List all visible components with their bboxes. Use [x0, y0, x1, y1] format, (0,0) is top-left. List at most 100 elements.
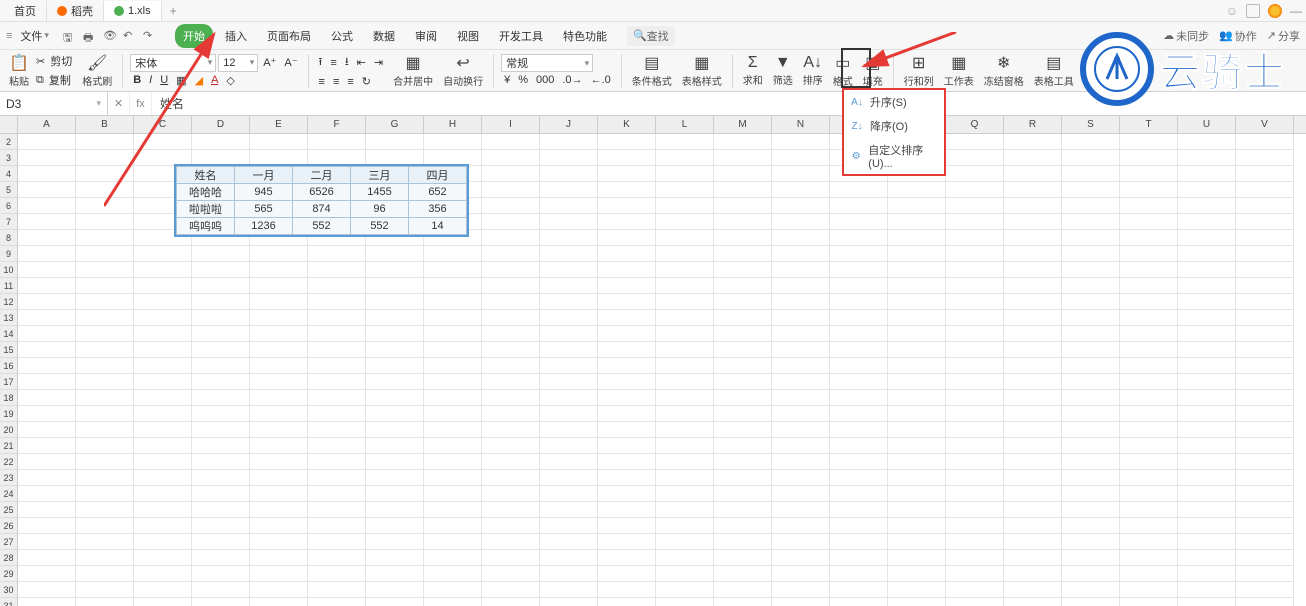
- cancel-formula-icon[interactable]: ✕: [108, 92, 130, 115]
- row-header[interactable]: 20: [0, 422, 17, 438]
- tab-home[interactable]: 首页: [4, 1, 47, 21]
- tab-file[interactable]: 1.xls: [104, 1, 162, 21]
- row-header[interactable]: 2: [0, 134, 17, 150]
- fx-icon[interactable]: fx: [130, 92, 152, 115]
- ribbon-tab-special[interactable]: 特色功能: [555, 24, 615, 48]
- file-menu[interactable]: 文件▾: [14, 26, 55, 46]
- sync-status[interactable]: ☁ 未同步: [1163, 28, 1209, 44]
- orientation-icon[interactable]: ↻: [359, 74, 374, 89]
- fill-button[interactable]: ▣填充: [860, 52, 886, 89]
- skin-icon[interactable]: [1268, 4, 1282, 18]
- table-cell[interactable]: 565: [235, 201, 293, 218]
- row-header[interactable]: 13: [0, 310, 17, 326]
- format-painter-button[interactable]: 🖌格式刷: [79, 52, 115, 89]
- table-cell[interactable]: 1236: [235, 218, 293, 235]
- row-header[interactable]: 29: [0, 566, 17, 582]
- col-header-M[interactable]: M: [714, 116, 772, 133]
- table-cell[interactable]: 1455: [351, 184, 409, 201]
- row-header[interactable]: 21: [0, 438, 17, 454]
- ribbon-tab-dev[interactable]: 开发工具: [491, 24, 551, 48]
- minimize-icon[interactable]: —: [1290, 4, 1302, 18]
- row-header[interactable]: 19: [0, 406, 17, 422]
- col-header-T[interactable]: T: [1120, 116, 1178, 133]
- align-center-icon[interactable]: ≡: [330, 75, 342, 89]
- col-header-R[interactable]: R: [1004, 116, 1062, 133]
- row-header[interactable]: 28: [0, 550, 17, 566]
- comma-icon[interactable]: 000: [533, 73, 557, 87]
- align-top-icon[interactable]: ⭱: [316, 52, 326, 73]
- col-header-N[interactable]: N: [772, 116, 830, 133]
- col-header-Q[interactable]: Q: [946, 116, 1004, 133]
- feedback-icon[interactable]: ☺: [1226, 4, 1238, 18]
- table-cell[interactable]: 356: [409, 201, 467, 218]
- table-style-button[interactable]: ▦表格样式: [679, 52, 725, 89]
- row-header[interactable]: 5: [0, 182, 17, 198]
- ribbon-tab-data[interactable]: 数据: [365, 24, 403, 48]
- percent-icon[interactable]: %: [515, 73, 531, 87]
- merge-button[interactable]: ▦合并居中: [390, 52, 436, 89]
- sheet-button[interactable]: ▦工作表: [941, 52, 977, 89]
- fill-color-icon[interactable]: ◢: [192, 73, 206, 88]
- ribbon-tab-begin[interactable]: 开始: [175, 24, 213, 48]
- table-header-cell[interactable]: 二月: [293, 167, 351, 184]
- col-header-D[interactable]: D: [192, 116, 250, 133]
- row-header[interactable]: 26: [0, 518, 17, 534]
- redo-icon[interactable]: ↷: [143, 29, 157, 43]
- row-header[interactable]: 27: [0, 534, 17, 550]
- align-middle-icon[interactable]: ≡: [327, 56, 339, 70]
- align-right-icon[interactable]: ≡: [344, 75, 356, 89]
- col-header-L[interactable]: L: [656, 116, 714, 133]
- row-header[interactable]: 9: [0, 246, 17, 262]
- ribbon-tab-review[interactable]: 审阅: [407, 24, 445, 48]
- bold-icon[interactable]: B: [130, 73, 144, 87]
- table-cell[interactable]: 啦啦啦: [177, 201, 235, 218]
- ribbon-tab-insert[interactable]: 插入: [217, 24, 255, 48]
- row-header[interactable]: 18: [0, 390, 17, 406]
- table-cell[interactable]: 552: [293, 218, 351, 235]
- sort-desc-item[interactable]: Z↓降序(O): [844, 114, 944, 138]
- col-header-V[interactable]: V: [1236, 116, 1294, 133]
- table-cell[interactable]: 96: [351, 201, 409, 218]
- undo-icon[interactable]: ↶: [123, 29, 137, 43]
- dec-dec-icon[interactable]: ←.0: [588, 73, 614, 87]
- align-bottom-icon[interactable]: ⭳: [342, 52, 352, 73]
- name-box[interactable]: D3: [0, 92, 108, 115]
- italic-icon[interactable]: I: [146, 73, 155, 87]
- ribbon-tab-view[interactable]: 视图: [449, 24, 487, 48]
- font-size-combo[interactable]: 12: [218, 54, 258, 72]
- row-header[interactable]: 3: [0, 150, 17, 166]
- cut-button[interactable]: ✂ 剪切: [36, 52, 75, 70]
- row-header[interactable]: 11: [0, 278, 17, 294]
- currency-icon[interactable]: ¥: [501, 73, 513, 87]
- row-header[interactable]: 7: [0, 214, 17, 230]
- col-header-S[interactable]: S: [1062, 116, 1120, 133]
- app-menu-icon[interactable]: ≡: [6, 30, 12, 42]
- wrap-button[interactable]: ↩自动换行: [440, 52, 486, 89]
- freeze-button[interactable]: ❄冻结窗格: [981, 52, 1027, 89]
- row-header[interactable]: 22: [0, 454, 17, 470]
- col-header-C[interactable]: C: [134, 116, 192, 133]
- ribbon-tab-formula[interactable]: 公式: [323, 24, 361, 48]
- underline-icon[interactable]: U: [157, 73, 171, 87]
- sort-button[interactable]: A↓排序: [800, 53, 826, 88]
- row-header[interactable]: 31: [0, 598, 17, 606]
- row-header[interactable]: 10: [0, 262, 17, 278]
- table-cell[interactable]: 14: [409, 218, 467, 235]
- row-header[interactable]: 6: [0, 198, 17, 214]
- cond-format-button[interactable]: ▤条件格式: [629, 52, 675, 89]
- sum-button[interactable]: Σ求和: [740, 53, 766, 88]
- preview-icon[interactable]: 👁: [103, 29, 117, 43]
- table-cell[interactable]: 945: [235, 184, 293, 201]
- col-header-G[interactable]: G: [366, 116, 424, 133]
- rowcol-button[interactable]: ⊞行和列: [901, 52, 937, 89]
- table-cell[interactable]: 6526: [293, 184, 351, 201]
- collab-button[interactable]: 👥 协作: [1219, 28, 1257, 44]
- ribbon-tab-layout[interactable]: 页面布局: [259, 24, 319, 48]
- sort-custom-item[interactable]: ⚙自定义排序(U)...: [844, 138, 944, 174]
- col-header-I[interactable]: I: [482, 116, 540, 133]
- find-button[interactable]: 🔍查找: [1081, 52, 1107, 89]
- row-header[interactable]: 17: [0, 374, 17, 390]
- save-icon[interactable]: 🖫: [63, 29, 77, 43]
- col-header-K[interactable]: K: [598, 116, 656, 133]
- window-layout-icon[interactable]: [1246, 4, 1260, 18]
